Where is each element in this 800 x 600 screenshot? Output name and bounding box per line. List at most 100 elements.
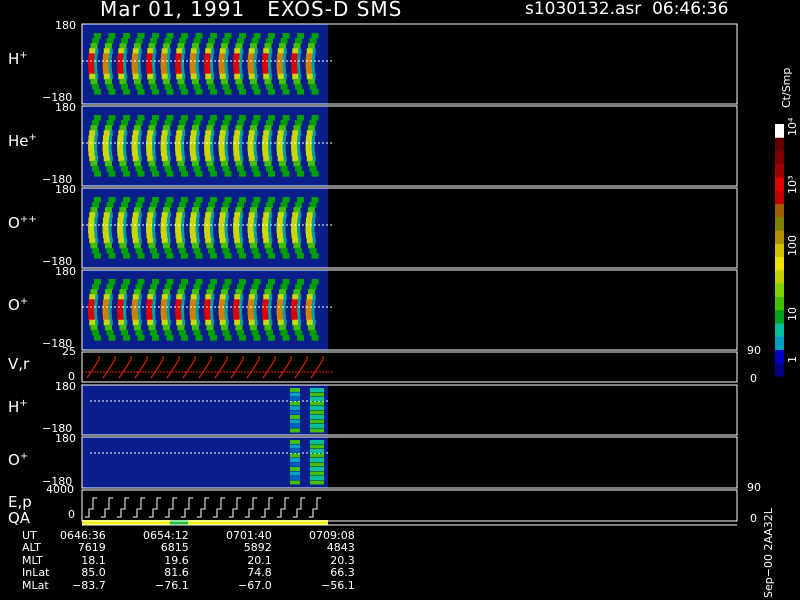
o-plus-plus-cell [239,217,243,224]
footer-value: −76.1 [154,578,189,592]
o-plus-plus-cell [191,242,199,249]
h-plus-cell [89,73,97,80]
o-plus-cell [306,319,314,326]
o-plus-cell [131,309,139,316]
he-plus-cell [239,171,246,177]
h-plus-cell [167,48,171,54]
o-plus-plus-cell [293,242,301,249]
he-plus-cell [92,120,100,126]
o-plus-plus-cell [312,237,316,244]
h-plus-cell [210,53,214,60]
o-plus-cell [133,289,141,295]
o-plus-cell [137,314,141,321]
o-plus-cell [295,329,303,336]
h-plus-cell [150,38,158,44]
h-plus-cell [298,48,302,54]
he-plus-cell [277,130,285,136]
o-plus-plus-cell [239,253,246,259]
o-plus-plus-cell [146,227,154,234]
colorbar-swatch [775,230,784,244]
o-plus-cell [118,294,126,300]
o-plus-cell [311,309,315,316]
vr-trace [310,356,324,379]
he-plus-cell [152,145,156,152]
he-plus-cell [182,155,186,162]
he-plus-cell [206,160,214,167]
colorbar-swatch [775,296,784,311]
he-plus-cell [195,145,199,152]
h-plus-cell [253,63,257,70]
h-plus-cell [92,38,100,44]
h-plus-cell [132,73,140,80]
o-plus-plus-cell [249,207,257,213]
o-plus-plus-cell [137,232,141,239]
h-plus-cell [152,63,156,70]
he-plus-cell [206,125,214,131]
o-plus-plus-cell [309,202,317,208]
o-plus-plus-cell [247,227,255,234]
h-plus-small-ymax: 180 [55,380,76,393]
o-plus-cell [164,329,172,336]
o-plus-plus-cell [176,237,184,244]
he-plus-cell [306,130,314,136]
o-plus-cell [102,299,110,306]
h-plus-cell [108,89,116,95]
h-plus-cell [262,63,270,70]
h-plus-cell [291,53,299,60]
h-plus-cell [309,38,317,44]
o-plus-cell [123,299,127,306]
he-plus-cell [266,165,274,172]
h-plus-cell [179,38,187,44]
footer-value: 66.3 [330,566,355,580]
o-plus-plus-cell [124,212,128,218]
o-plus-plus-cell [162,242,170,249]
he-plus-cell [108,115,116,121]
he-plus-cell [220,160,228,167]
o-plus-plus-cell [189,232,197,239]
o-plus-cell [181,314,185,321]
o-plus-cell [204,309,212,316]
h-plus-cell [131,63,139,70]
he-plus-cell [88,150,96,157]
he-plus-cell [282,115,290,121]
o-plus-cell [305,314,313,321]
h-plus-small-cell [290,397,300,401]
o-plus-cell [166,309,170,316]
o-plus-plus-cell [306,212,314,218]
h-plus-cell [117,68,125,75]
he-plus-cell [94,135,98,142]
vr-trace [214,356,228,379]
o-plus-cell [147,319,155,326]
h-plus-cell [102,68,110,75]
o-plus-cell [124,294,128,300]
o-plus-cell [103,319,111,326]
h-plus-cell [264,78,272,85]
h-plus-cell [191,43,199,49]
h-plus-cell [234,48,242,54]
h-plus-cell [276,53,284,60]
h-plus-cell [253,33,261,39]
o-plus-cell [121,329,129,336]
he-plus-cell [204,145,212,152]
ep-trace [133,497,145,518]
o-plus-cell [224,279,232,285]
o-plus-plus-cell [94,253,101,259]
he-plus-cell [118,155,126,162]
he-plus-cell [264,125,272,131]
o-plus-plus-cell [103,212,111,218]
o-plus-cell [179,284,187,290]
he-plus-cell [263,155,271,162]
o-plus-cell [222,284,230,290]
he-plus-cell [251,165,259,172]
o-plus-plus-cell [109,212,113,218]
h-plus-cell [305,53,313,60]
o-plus-plus-cell [104,207,112,213]
o-plus-cell [106,329,114,336]
h-plus-small-cell [310,401,324,406]
he-plus-cell [146,150,154,157]
h-plus-small-cell [290,388,300,392]
he-plus-cell [119,160,127,167]
he-plus-cell [90,160,98,167]
o-plus-cell [95,319,99,326]
he-plus-cell [121,165,129,172]
